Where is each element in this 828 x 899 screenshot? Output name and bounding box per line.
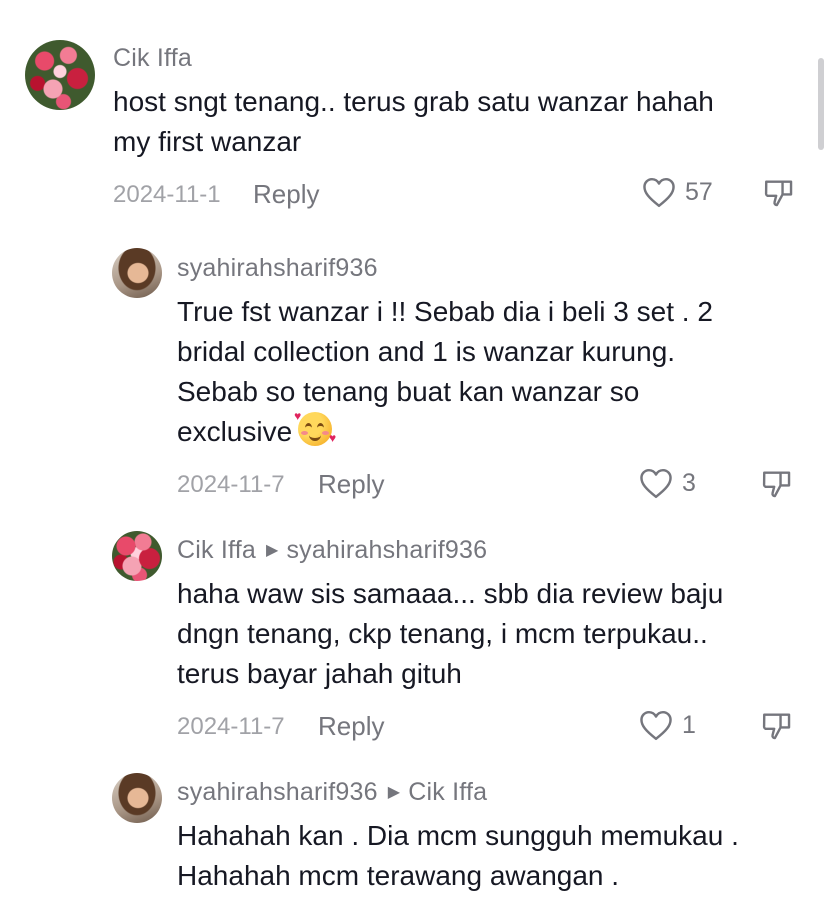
like-count: 1 bbox=[682, 710, 696, 739]
comment-username-name[interactable]: Cik Iffa bbox=[177, 536, 256, 564]
comment-text-line: terus bayar jahah gituh bbox=[177, 658, 462, 689]
comment-text-line: exclusive ♥ ♥ bbox=[177, 409, 713, 452]
thumbs-down-icon bbox=[764, 180, 793, 207]
dislike-button[interactable] bbox=[760, 467, 794, 506]
reply-to-username[interactable]: syahirahsharif936 bbox=[286, 536, 487, 564]
comment-text-line: Hahahah mcm terawang awangan . bbox=[177, 860, 620, 891]
comment-username[interactable]: Cik Iffa bbox=[113, 44, 192, 73]
comment-text-line: haha waw sis samaaa... sbb dia review ba… bbox=[177, 578, 724, 609]
avatar[interactable] bbox=[112, 531, 162, 581]
smiling-face-with-hearts-icon: ♥ ♥ bbox=[294, 409, 337, 446]
comment-text-line: Hahahah kan . Dia mcm sungguh memukau . bbox=[177, 820, 739, 851]
thumbs-down-icon bbox=[762, 471, 791, 498]
heart-outline-icon bbox=[640, 468, 672, 499]
reply-to-username[interactable]: Cik Iffa bbox=[408, 778, 487, 806]
comment-text-line: Sebab so tenang buat kan wanzar so bbox=[177, 376, 640, 407]
comment-text: True fst wanzar i !! Sebab dia i beli 3 … bbox=[177, 292, 713, 452]
dislike-button[interactable] bbox=[760, 709, 794, 748]
comment-text: Hahahah kan . Dia mcm sungguh memukau . … bbox=[177, 816, 739, 896]
avatar[interactable] bbox=[25, 40, 95, 110]
like-count: 57 bbox=[685, 177, 713, 206]
thumbs-down-icon bbox=[762, 713, 791, 740]
heart-outline-icon bbox=[640, 710, 672, 741]
comment-text-line: host sngt tenang.. terus grab satu wanza… bbox=[113, 86, 714, 117]
like-button[interactable]: 1 bbox=[638, 709, 696, 741]
comment-text-line: my first wanzar bbox=[113, 126, 302, 157]
reply-button[interactable]: Reply bbox=[318, 711, 384, 742]
reply-button[interactable]: Reply bbox=[253, 179, 319, 210]
comment-username[interactable]: syahirahsharif936 ▶ Cik Iffa bbox=[177, 778, 487, 807]
avatar[interactable] bbox=[112, 773, 162, 823]
scrollbar[interactable] bbox=[818, 58, 824, 150]
comment-text-line: bridal collection and 1 is wanzar kurung… bbox=[177, 336, 676, 367]
comment-text-fragment: exclusive bbox=[177, 416, 293, 447]
comment-text: haha waw sis samaaa... sbb dia review ba… bbox=[177, 574, 723, 694]
comment-username-name[interactable]: syahirahsharif936 bbox=[177, 778, 378, 806]
like-button[interactable]: 3 bbox=[638, 467, 696, 499]
comment-date: 2024-11-7 bbox=[177, 713, 285, 740]
comment-text: host sngt tenang.. terus grab satu wanza… bbox=[113, 82, 714, 162]
like-button[interactable]: 57 bbox=[641, 176, 713, 208]
reply-button[interactable]: Reply bbox=[318, 469, 384, 500]
heart-outline-icon bbox=[643, 177, 675, 208]
triangle-right-icon: ▶ bbox=[387, 784, 401, 801]
comment-text-line: True fst wanzar i !! Sebab dia i beli 3 … bbox=[177, 296, 713, 327]
comment-username[interactable]: syahirahsharif936 bbox=[177, 254, 378, 283]
like-count: 3 bbox=[682, 468, 696, 497]
avatar[interactable] bbox=[112, 248, 162, 298]
triangle-right-icon: ▶ bbox=[265, 542, 279, 559]
comment-date: 2024-11-1 bbox=[113, 181, 221, 208]
comment-date: 2024-11-7 bbox=[177, 471, 285, 498]
dislike-button[interactable] bbox=[762, 176, 796, 215]
comment-text-line: dngn tenang, ckp tenang, i mcm terpukau.… bbox=[177, 618, 708, 649]
comment-username[interactable]: Cik Iffa ▶ syahirahsharif936 bbox=[177, 536, 487, 565]
